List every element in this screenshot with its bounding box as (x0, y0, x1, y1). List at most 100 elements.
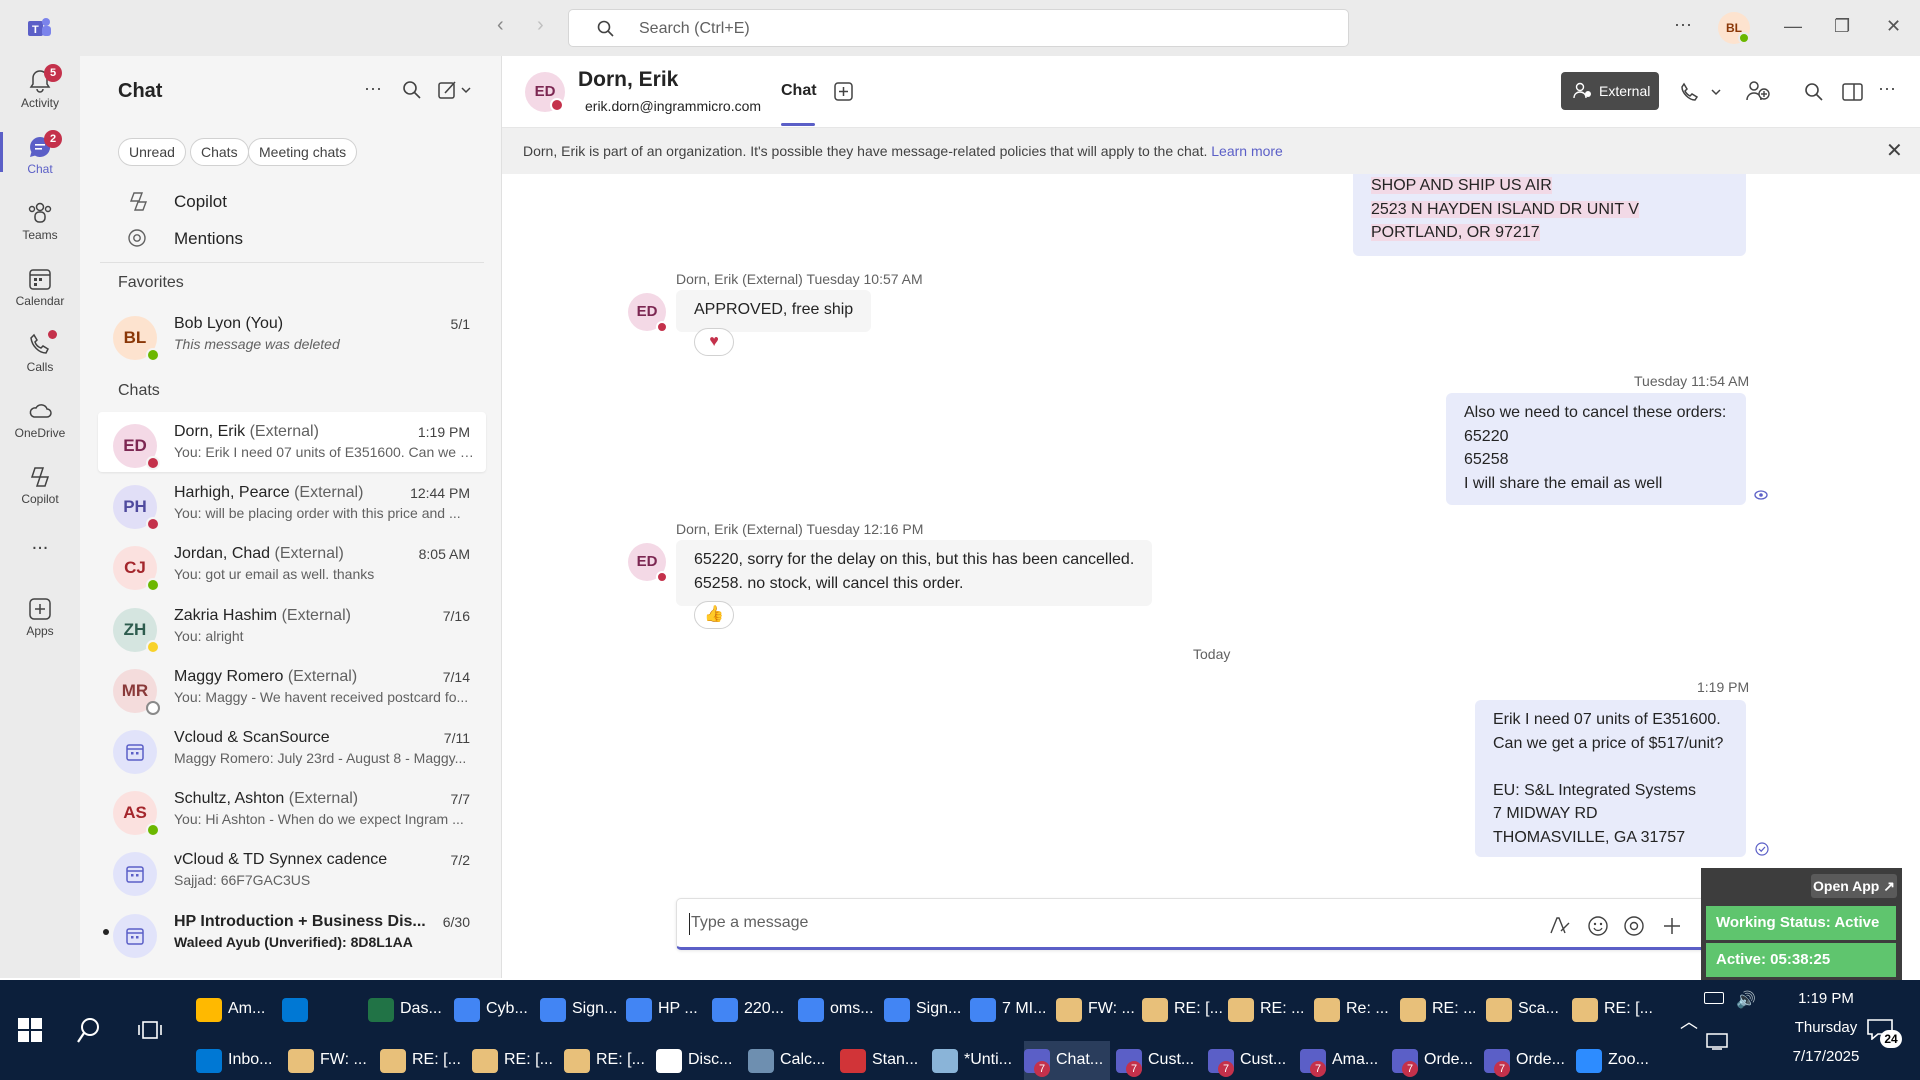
taskbar-app-button[interactable]: RE: [... (564, 1041, 650, 1080)
rail-copilot[interactable]: Copilot (0, 460, 80, 520)
taskbar-app-button[interactable]: 7 Chat... (1024, 1041, 1110, 1080)
forward-arrow-icon[interactable]: › (537, 14, 544, 37)
taskbar-app-button[interactable]: RE: [... (380, 1041, 466, 1080)
task-view-icon[interactable] (138, 1018, 162, 1042)
notification-center-icon[interactable]: 24 (1866, 1018, 1906, 1048)
heart-reaction-icon[interactable]: ♥ (694, 328, 734, 356)
emoji-icon[interactable] (1587, 915, 1609, 937)
chats-row[interactable]: ZH Zakria Hashim (External) You: alright 7/… (98, 596, 486, 656)
clock-time[interactable]: 1:19 PM (1776, 990, 1876, 1007)
battery-icon[interactable] (1704, 992, 1724, 1004)
new-chat-icon[interactable] (438, 80, 474, 100)
taskbar-app-button[interactable]: Re: ... (1314, 990, 1394, 1030)
search-in-chat-icon[interactable] (1804, 82, 1824, 102)
message-input[interactable]: Type a message (691, 914, 808, 932)
add-people-icon[interactable] (1746, 80, 1770, 102)
thumbs-up-reaction-icon[interactable]: 👍 (694, 601, 734, 629)
taskbar-app-button[interactable]: RE: ... (1228, 990, 1308, 1030)
add-tab-icon[interactable] (834, 82, 854, 102)
taskbar-app-button[interactable]: Disc... (656, 1041, 742, 1080)
taskbar-app-button[interactable]: oms... (798, 990, 878, 1030)
taskbar-app-button[interactable]: Cyb... (454, 990, 534, 1030)
message-bubble-incoming[interactable]: APPROVED, free ship (676, 290, 872, 332)
chats-row[interactable]: MR Maggy Romero (External) You: Maggy - We… (98, 657, 486, 717)
filter-chats[interactable]: Chats (190, 138, 249, 166)
rail-activity[interactable]: 5 Activity (0, 64, 80, 124)
more-options-icon[interactable]: ··· (1878, 78, 1896, 99)
taskbar-app-button[interactable]: Das... (368, 990, 448, 1030)
contact-name[interactable]: Dorn, Erik (578, 68, 678, 92)
taskbar-app-button[interactable]: RE: [... (472, 1041, 558, 1080)
message-bubble-incoming[interactable]: 65220, sorry for the delay on this, but … (676, 540, 1153, 606)
chats-row[interactable]: ED Dorn, Erik (External) You: Erik I need … (98, 412, 486, 472)
chats-row[interactable]: HP Introduction + Business Dis... Waleed … (98, 902, 486, 962)
clock-date[interactable]: 7/17/2025 (1776, 1048, 1876, 1065)
more-options-icon[interactable]: ··· (1674, 14, 1692, 35)
taskbar-app-button[interactable]: 7 Cust... (1208, 1041, 1294, 1080)
clock-day[interactable]: Thursday (1776, 1019, 1876, 1036)
rail-calls[interactable]: Calls (0, 328, 80, 388)
taskbar-app-button[interactable]: Calc... (748, 1041, 834, 1080)
taskbar-app-button[interactable]: *Unti... (932, 1041, 1018, 1080)
volume-icon[interactable]: 🔊 (1736, 990, 1756, 1010)
rail-calendar[interactable]: Calendar (0, 262, 80, 322)
chats-row[interactable]: vCloud & TD Synnex cadence Sajjad: 66F7GA… (98, 840, 486, 900)
taskbar-app-button[interactable]: Am... (196, 990, 276, 1030)
favorites-row[interactable]: BL Bob Lyon (You) This message was deleted… (98, 304, 486, 364)
taskbar-app-button[interactable]: Sign... (540, 990, 620, 1030)
rail-onedrive[interactable]: OneDrive (0, 394, 80, 454)
taskbar-app-button[interactable]: RE: ... (1400, 990, 1480, 1030)
taskbar-app-button[interactable]: 7 Orde... (1392, 1041, 1478, 1080)
chats-row[interactable]: PH Harhigh, Pearce (External) You: will be… (98, 473, 486, 533)
taskbar-app-button[interactable]: Sca... (1486, 990, 1566, 1030)
taskbar-app-button[interactable]: FW: ... (288, 1041, 374, 1080)
format-icon[interactable] (1549, 915, 1571, 935)
tab-chat[interactable]: Chat (781, 82, 817, 100)
chats-row[interactable]: Vcloud & ScanSource Maggy Romero: July 23… (98, 718, 486, 778)
taskbar-app-button[interactable] (282, 990, 362, 1030)
search-input[interactable]: Search (Ctrl+E) (568, 9, 1349, 47)
taskbar-app-button[interactable]: Stan... (840, 1041, 926, 1080)
call-icon[interactable] (1680, 82, 1724, 102)
network-icon[interactable] (1706, 1032, 1728, 1050)
learn-more-link[interactable]: Learn more (1211, 143, 1283, 159)
show-hidden-icons-icon[interactable]: ︿ (1680, 1008, 1698, 1034)
minimize-icon[interactable]: — (1784, 16, 1802, 37)
message-bubble-outgoing[interactable]: Erik I need 07 units of E351600. Can we … (1475, 700, 1746, 857)
taskbar-app-button[interactable]: RE: [... (1572, 990, 1653, 1030)
open-app-button[interactable]: Open App ↗ (1811, 874, 1897, 898)
taskbar-app-button[interactable]: 7 Orde... (1484, 1041, 1570, 1080)
taskbar-app-button[interactable]: HP ... (626, 990, 706, 1030)
windows-start-icon[interactable] (18, 1018, 42, 1042)
rail-more[interactable]: ... (0, 526, 80, 586)
back-arrow-icon[interactable]: ‹ (497, 14, 504, 37)
taskbar-app-button[interactable]: FW: ... (1056, 990, 1136, 1030)
search-icon[interactable] (402, 80, 422, 100)
open-side-panel-icon[interactable] (1842, 82, 1864, 102)
chats-row[interactable]: CJ Jordan, Chad (External) You: got ur ema… (98, 534, 486, 594)
taskbar-app-button[interactable]: Sign... (884, 990, 964, 1030)
filter-unread[interactable]: Unread (118, 138, 186, 166)
chats-row[interactable]: AS Schultz, Ashton (External) You: Hi Asht… (98, 779, 486, 839)
taskbar-app-button[interactable]: 7 MI... (970, 990, 1050, 1030)
rail-apps[interactable]: Apps (0, 592, 80, 652)
rail-teams[interactable]: Teams (0, 196, 80, 256)
rail-chat[interactable]: 2 Chat (0, 130, 80, 190)
compose-box[interactable]: Type a message (676, 898, 1740, 950)
maximize-icon[interactable]: ❐ (1834, 16, 1850, 37)
close-banner-icon[interactable]: ✕ (1886, 138, 1903, 163)
taskbar-app-button[interactable]: Inbo... (196, 1041, 282, 1080)
taskbar-app-button[interactable]: 220... (712, 990, 792, 1030)
taskbar-app-button[interactable]: 7 Ama... (1300, 1041, 1386, 1080)
taskbar-app-button[interactable]: RE: [... (1142, 990, 1223, 1030)
loop-component-icon[interactable] (1623, 915, 1645, 937)
message-bubble-outgoing[interactable]: SHOP AND SHIP US AIR 2523 N HAYDEN ISLAN… (1353, 174, 1746, 256)
taskbar-app-button[interactable]: Zoo... (1576, 1041, 1662, 1080)
search-icon[interactable] (76, 1016, 104, 1044)
close-window-icon[interactable]: ✕ (1886, 16, 1901, 37)
filter-meeting-chats[interactable]: Meeting chats (248, 138, 358, 166)
more-options-icon[interactable]: ··· (364, 78, 382, 99)
attach-plus-icon[interactable] (1661, 915, 1683, 937)
message-bubble-outgoing[interactable]: Also we need to cancel these orders: 652… (1446, 393, 1746, 505)
taskbar-app-button[interactable]: 7 Cust... (1116, 1041, 1202, 1080)
